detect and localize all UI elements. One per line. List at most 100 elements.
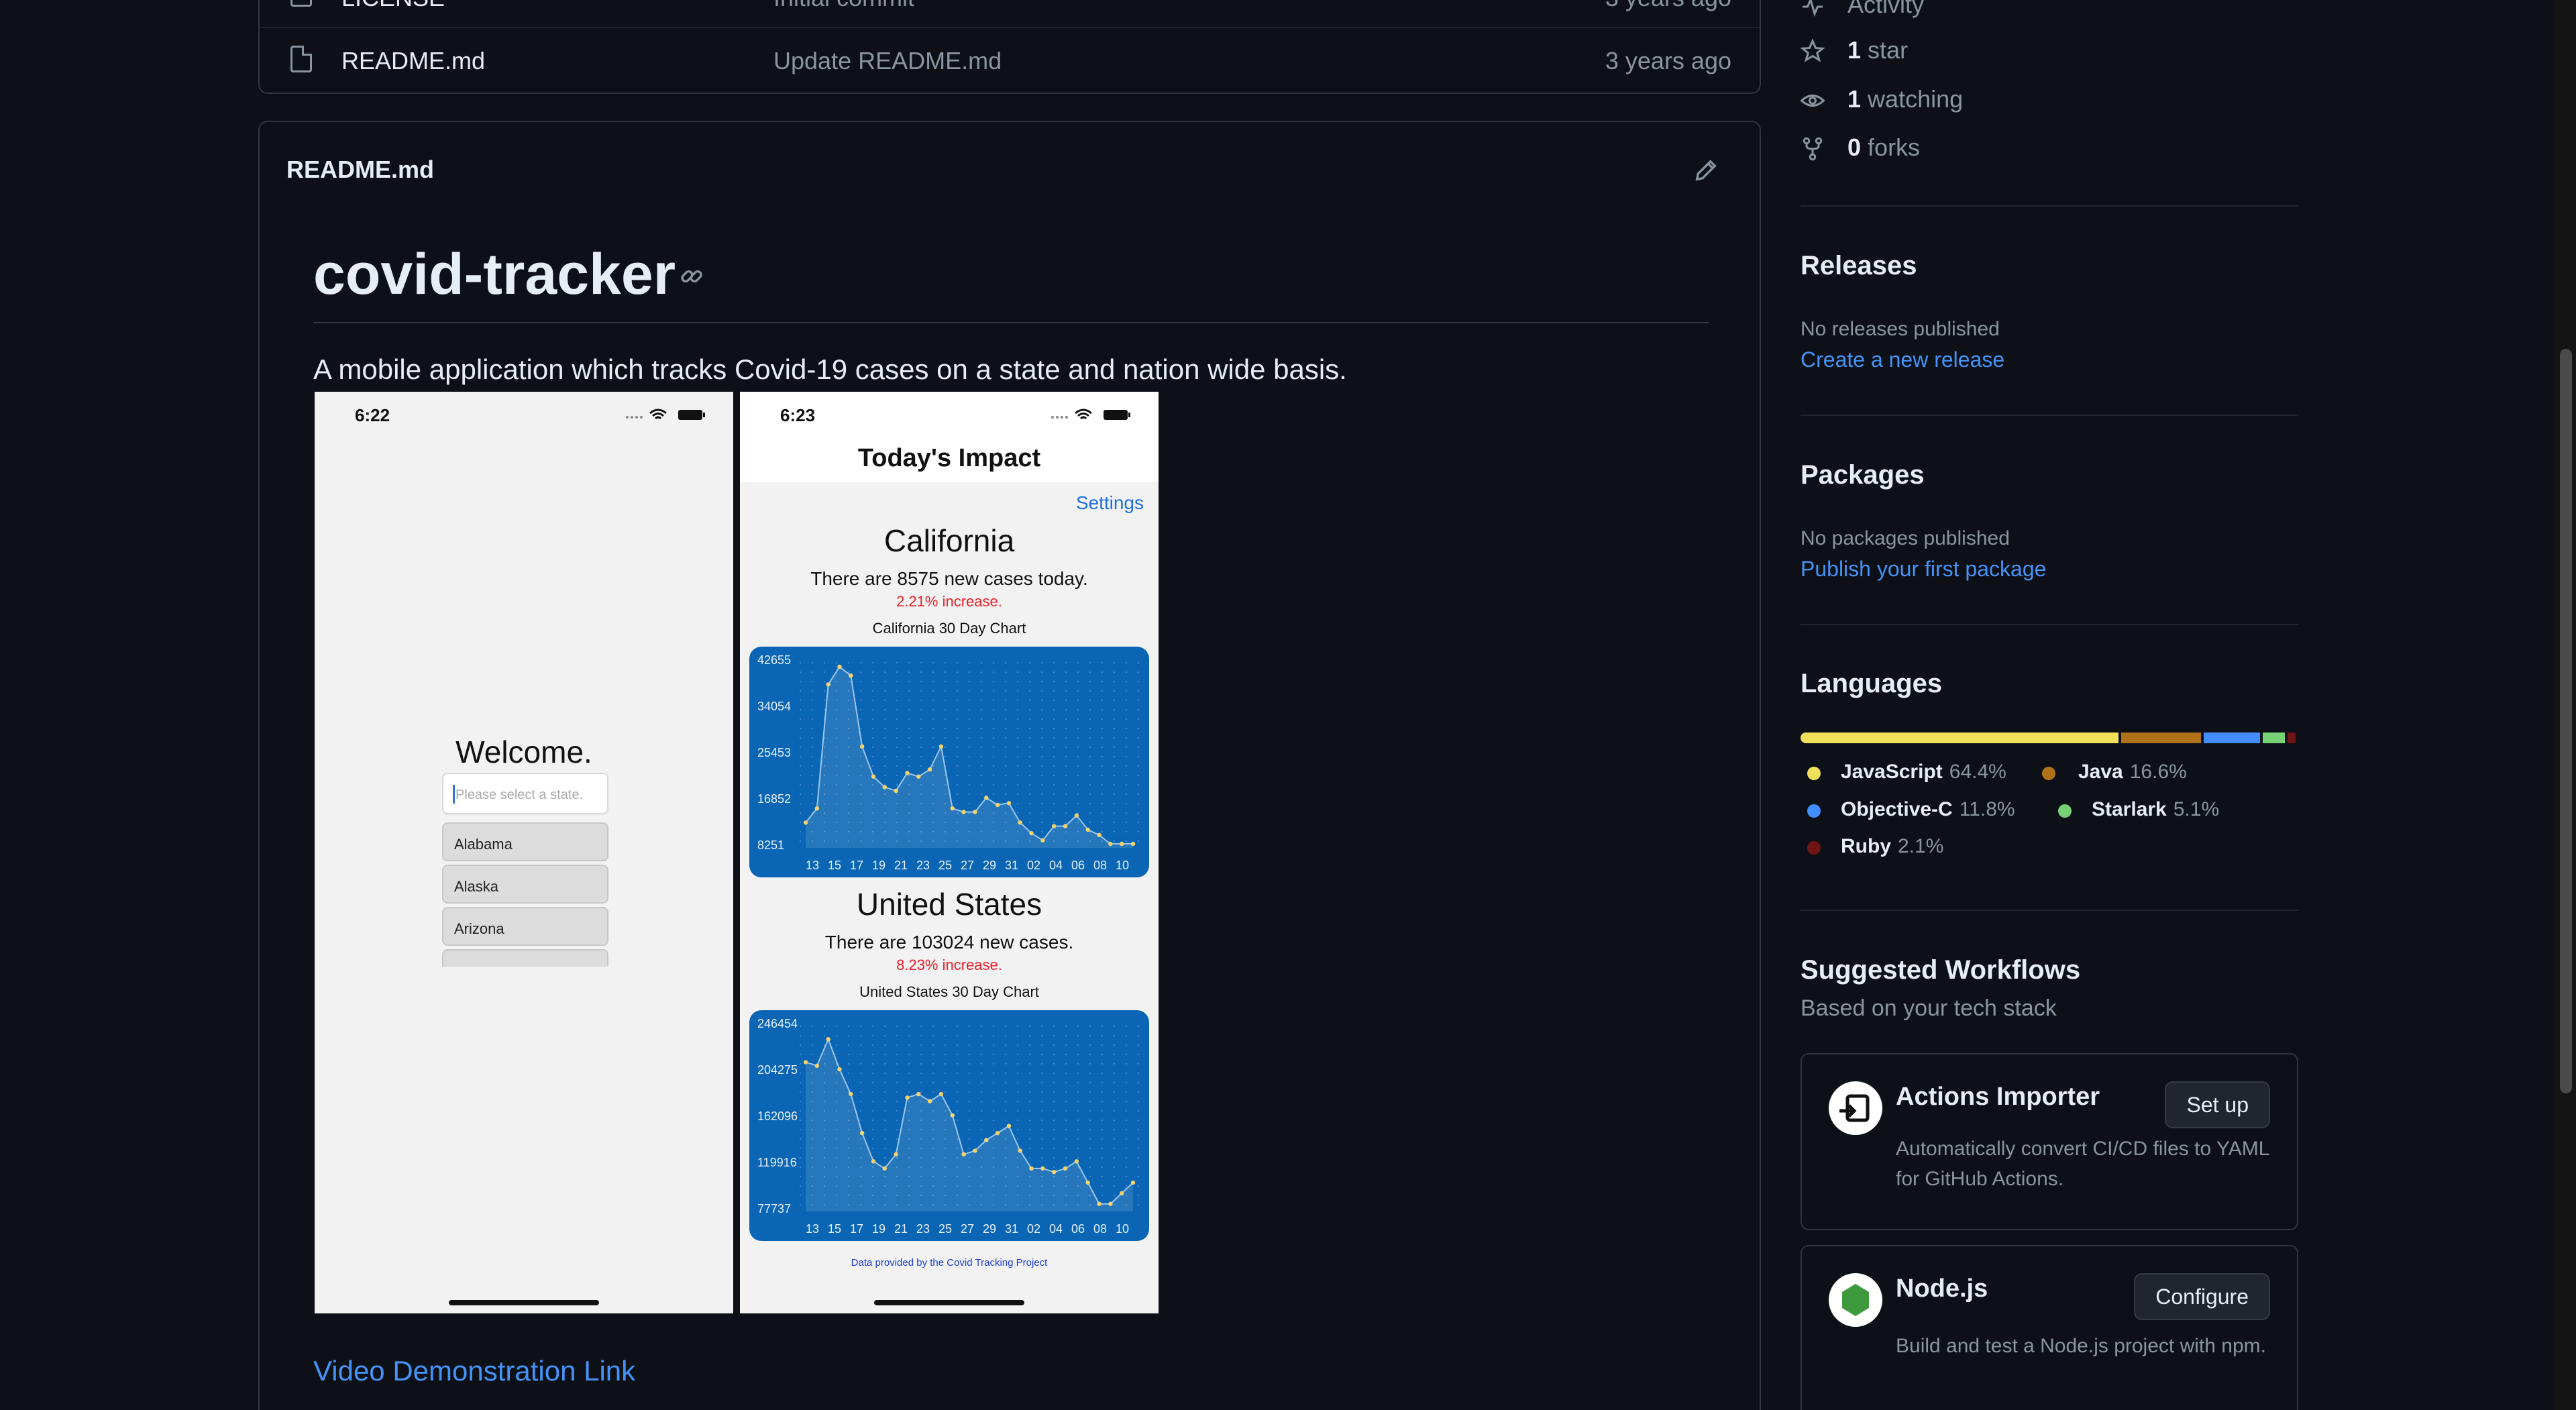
grid-dot (1041, 831, 1042, 832)
settings-link[interactable]: Settings (1076, 492, 1144, 514)
language-item[interactable]: Objective-C 11.8% (1841, 798, 2015, 821)
home-indicator (874, 1300, 1024, 1305)
data-source-link[interactable]: Data provided by the Covid Tracking Proj… (740, 1257, 1159, 1268)
publish-package-link[interactable]: Publish your first package (1801, 557, 2046, 582)
grid-dot (957, 1073, 958, 1074)
grid-dot (848, 1035, 849, 1036)
grid-dot (993, 756, 994, 757)
grid-dot (932, 690, 934, 692)
link-icon[interactable] (678, 263, 705, 290)
grid-dot (920, 709, 922, 710)
grid-dot (872, 662, 873, 663)
x-tick-label: 29 (983, 859, 996, 872)
x-tick-label: 27 (961, 859, 974, 872)
grid-dot (800, 1026, 801, 1027)
grid-dot (969, 662, 970, 663)
grid-dot (1005, 1063, 1006, 1065)
grid-dot (1053, 775, 1055, 776)
grid-dot (957, 1026, 958, 1027)
grid-dot (969, 775, 970, 776)
grid-dot (1102, 1091, 1103, 1093)
grid-dot (1126, 1176, 1127, 1177)
file-name[interactable]: LICENSE (341, 0, 445, 12)
grid-dot (824, 1035, 825, 1036)
scrollbar-thumb[interactable] (2560, 349, 2572, 1093)
page-scrollbar[interactable] (2555, 0, 2576, 1410)
grid-dot (1029, 747, 1030, 748)
grid-dot (1126, 775, 1127, 776)
commit-message[interactable]: Initial commit (773, 0, 914, 12)
grid-dot (1114, 1157, 1115, 1158)
language-item[interactable]: JavaScript 64.4% (1841, 761, 2006, 783)
grid-dot (812, 1026, 813, 1027)
x-tick-label: 19 (872, 1222, 885, 1236)
grid-dot (957, 718, 958, 720)
grid-dot (1065, 756, 1067, 757)
file-name[interactable]: README.md (341, 47, 485, 75)
x-tick-label: 04 (1049, 1222, 1063, 1236)
activity-link[interactable]: Activity (1847, 0, 1924, 19)
language-item[interactable]: Ruby 2.1% (1841, 835, 1943, 858)
state-option[interactable]: Alaska (442, 865, 608, 904)
setup-button[interactable]: Set up (2165, 1081, 2270, 1128)
state-search-input[interactable]: Please select a state. (442, 773, 608, 814)
forks-link[interactable]: 0 forks (1847, 133, 1920, 162)
grid-dot (1017, 794, 1018, 795)
grid-dot (993, 737, 994, 739)
grid-dot (993, 709, 994, 710)
grid-dot (1126, 1138, 1127, 1140)
stars-link[interactable]: 1 star (1847, 36, 1908, 64)
grid-dot (896, 747, 898, 748)
configure-button[interactable]: Configure (2134, 1273, 2270, 1320)
grid-dot (800, 756, 801, 757)
grid-dot (812, 671, 813, 673)
grid-dot (932, 1091, 934, 1093)
grid-dot (896, 1091, 898, 1093)
language-dot (1807, 841, 1821, 855)
state-option-partial[interactable] (442, 949, 608, 967)
grid-dot (884, 1035, 885, 1036)
grid-dot (1053, 1167, 1055, 1168)
grid-dot (981, 756, 982, 757)
grid-dot (1017, 1120, 1018, 1121)
grid-dot (981, 1073, 982, 1074)
x-tick-label: 02 (1027, 859, 1040, 872)
grid-dot (1041, 1101, 1042, 1102)
state-option[interactable]: Alabama (442, 822, 608, 861)
grid-dot (1089, 690, 1091, 692)
chart-point (1040, 838, 1045, 843)
state-option[interactable]: Arizona (442, 907, 608, 946)
commit-message[interactable]: Update README.md (773, 47, 1002, 75)
grid-dot (1102, 1176, 1103, 1177)
grid-dot (1089, 671, 1091, 673)
grid-dot (1041, 822, 1042, 823)
grid-dot (1102, 831, 1103, 832)
create-release-link[interactable]: Create a new release (1801, 347, 2004, 372)
grid-dot (1053, 1044, 1055, 1046)
x-tick-label: 13 (806, 859, 819, 872)
state-increase: 2.21% increase. (896, 593, 1002, 610)
grid-dot (957, 803, 958, 804)
x-tick-label: 06 (1071, 1222, 1085, 1236)
video-demo-link[interactable]: Video Demonstration Link (313, 1355, 635, 1387)
releases-heading[interactable]: Releases (1801, 251, 1917, 281)
language-item[interactable]: Java 16.6% (2078, 761, 2187, 783)
packages-heading[interactable]: Packages (1801, 460, 1925, 490)
grid-dot (920, 765, 922, 767)
grid-dot (1114, 728, 1115, 729)
file-row[interactable]: LICENSE Initial commit 3 years ago (260, 0, 1760, 28)
status-icons (626, 409, 705, 420)
file-row[interactable]: README.md Update README.md 3 years ago (260, 28, 1760, 90)
watching-link[interactable]: 1 watching (1847, 85, 1963, 113)
language-name: Objective-C (1841, 798, 1953, 820)
grid-dot (1053, 718, 1055, 720)
grid-dot (1126, 756, 1127, 757)
grid-dot (848, 1054, 849, 1055)
grid-dot (872, 1148, 873, 1149)
grid-dot (1102, 1026, 1103, 1027)
language-item[interactable]: Starlark 5.1% (2092, 798, 2219, 821)
grid-dot (1089, 1176, 1091, 1177)
chart-point (837, 664, 842, 669)
pencil-icon[interactable] (1693, 157, 1719, 184)
grid-dot (1029, 718, 1030, 720)
